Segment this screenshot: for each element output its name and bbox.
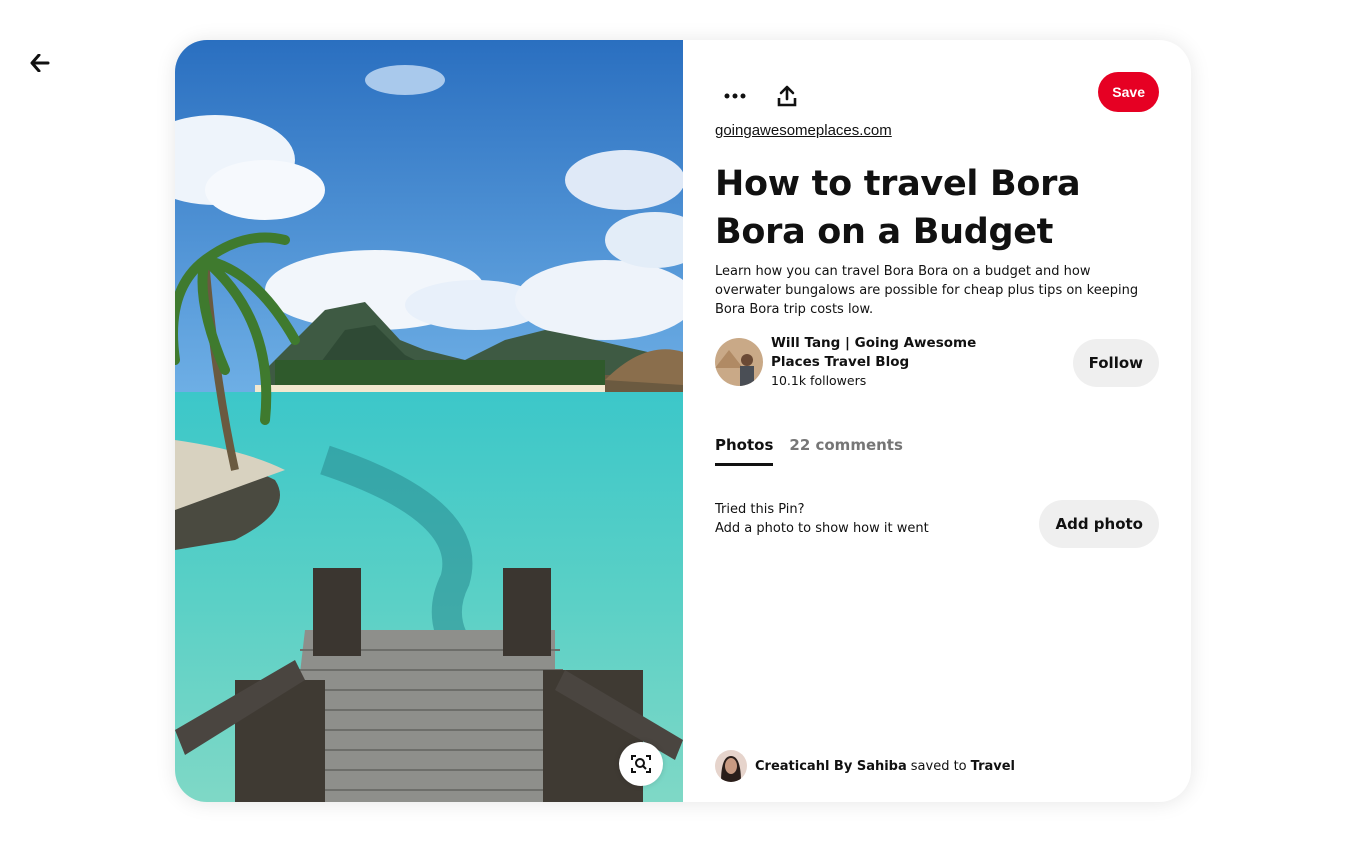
source-link[interactable]: goingawesomeplaces.com [715, 122, 892, 139]
pin-card: Save goingawesomeplaces.com How to trave… [175, 40, 1191, 802]
pin-description: Learn how you can travel Bora Bora on a … [715, 264, 1139, 317]
saver-name[interactable]: Creaticahl By Sahiba [755, 759, 907, 774]
back-button[interactable] [24, 47, 56, 79]
visual-search-icon [631, 755, 651, 773]
tried-pin-prompt: Add a photo to show how it went [715, 521, 929, 536]
pin-details: Save goingawesomeplaces.com How to trave… [683, 40, 1191, 802]
pin-toolbar: Save [715, 72, 1159, 112]
tried-pin-text: Tried this Pin? Add a photo to show how … [715, 500, 929, 538]
saver-avatar[interactable] [715, 750, 747, 782]
board-name[interactable]: Travel [971, 759, 1015, 774]
tab-comments[interactable]: 22 comments [789, 436, 903, 466]
add-photo-button[interactable]: Add photo [1039, 500, 1159, 548]
tab-photos[interactable]: Photos [715, 436, 774, 466]
bora-bora-photo [175, 40, 683, 802]
tried-pin-question: Tried this Pin? [715, 502, 805, 517]
save-button[interactable]: Save [1098, 72, 1159, 112]
creator-name[interactable]: Will Tang | Going Awesome Places Travel … [771, 334, 1021, 372]
tried-pin-section: Tried this Pin? Add a photo to show how … [715, 500, 1159, 548]
follow-button[interactable]: Follow [1072, 339, 1159, 387]
creator-section: Will Tang | Going Awesome Places Travel … [715, 335, 1159, 390]
saved-to-text: saved to [910, 758, 967, 774]
pin-tabs: Photos 22 comments [715, 436, 919, 466]
more-options-button[interactable] [715, 72, 755, 120]
pin-title: How to travel Bora Bora on a Budget [715, 164, 1081, 252]
pin-image[interactable] [175, 40, 683, 802]
visual-search-button[interactable] [619, 742, 663, 786]
arrow-left-icon [30, 54, 50, 72]
follower-count: 10.1k followers [771, 373, 867, 388]
creator-avatar[interactable] [715, 338, 763, 386]
saved-by-attribution: Creaticahl By Sahiba saved to Travel [715, 750, 1015, 782]
share-button[interactable] [767, 72, 807, 120]
share-upload-icon [777, 85, 797, 107]
ellipsis-icon [724, 93, 746, 99]
